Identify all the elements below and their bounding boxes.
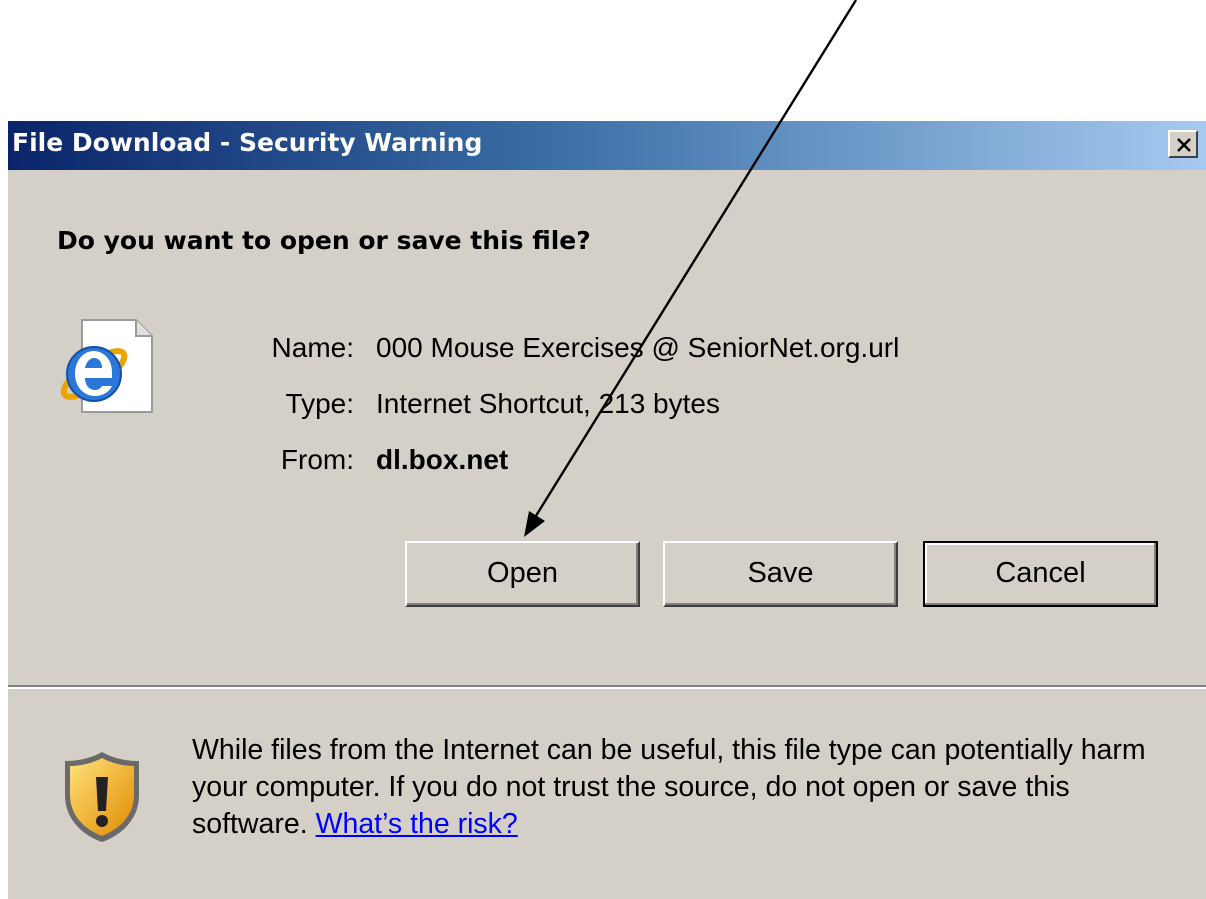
cancel-button[interactable]: Cancel bbox=[923, 541, 1158, 607]
file-source-value: dl.box.net bbox=[376, 444, 509, 475]
type-label: Type: bbox=[285, 388, 354, 419]
file-name-value: 000 Mouse Exercises @ SeniorNet.org.url bbox=[376, 332, 900, 363]
open-button[interactable]: Open bbox=[405, 541, 640, 607]
file-download-dialog: File Download - Security Warning Do you … bbox=[8, 121, 1206, 899]
file-type-value: Internet Shortcut, 213 bytes bbox=[376, 388, 720, 419]
security-warning-text: While files from the Internet can be use… bbox=[192, 732, 1192, 843]
internet-explorer-file-icon bbox=[60, 319, 153, 413]
from-label: From: bbox=[280, 444, 354, 475]
dialog-question: Do you want to open or save this file? bbox=[57, 226, 591, 255]
save-button[interactable]: Save bbox=[663, 541, 898, 607]
separator bbox=[8, 685, 1206, 689]
close-button[interactable] bbox=[1168, 130, 1198, 158]
title-bar[interactable]: File Download - Security Warning bbox=[8, 121, 1206, 170]
name-label: Name: bbox=[271, 332, 354, 363]
whats-the-risk-link[interactable]: What’s the risk? bbox=[316, 808, 518, 840]
dialog-title: File Download - Security Warning bbox=[12, 128, 483, 157]
security-shield-warning-icon bbox=[65, 752, 139, 842]
close-icon bbox=[1177, 138, 1191, 152]
